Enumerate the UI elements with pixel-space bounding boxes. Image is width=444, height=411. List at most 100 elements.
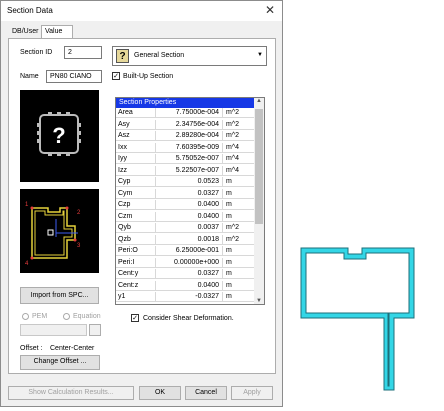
table-row[interactable]: Iyy 5.75052e-007 m^4 — [116, 154, 254, 164]
table-header: Section Properties — [116, 98, 254, 108]
property-unit: m — [226, 189, 232, 197]
property-unit: m — [226, 293, 232, 300]
property-name: Asz — [116, 131, 156, 140]
table-row[interactable]: y1 -0.0327 m — [116, 292, 254, 302]
name-label: Name — [20, 73, 39, 80]
section-drawing — [300, 247, 415, 391]
table-row[interactable]: Peri:I 0.00000e+000 m — [116, 257, 254, 268]
builtup-checkbox[interactable]: ✓ — [112, 72, 120, 80]
point-label: 3 — [77, 243, 81, 249]
property-name: Czp — [116, 200, 156, 209]
table-row[interactable]: Cent:y 0.0327 m — [116, 269, 254, 279]
import-spc-button[interactable]: Import from SPC... — [20, 287, 99, 304]
table-row[interactable]: Czp 0.0400 m — [116, 200, 254, 210]
property-name: Peri:O — [116, 246, 156, 255]
property-unit: m^4 — [226, 155, 240, 162]
table-row[interactable]: Qyb 0.0037 m^2 — [116, 223, 254, 233]
shear-checkbox[interactable]: ✓ — [131, 314, 139, 322]
property-value: -0.0327 — [156, 292, 223, 301]
chevron-down-icon: ▼ — [257, 52, 263, 58]
equation-radio[interactable] — [63, 313, 70, 320]
property-name: Iyy — [116, 154, 156, 163]
property-unit: m — [226, 270, 232, 277]
table-row[interactable]: Czm 0.0400 m — [116, 211, 254, 222]
title-bar: Section Data ✕ — [1, 1, 282, 21]
property-value: 0.0400 — [156, 200, 223, 209]
property-value: 6.25000e-001 — [156, 246, 223, 255]
offset-value: Center-Center — [50, 345, 95, 352]
table-row[interactable]: Qzb 0.0018 m^2 — [116, 234, 254, 245]
table-row[interactable]: Cym 0.0327 m — [116, 188, 254, 199]
vertical-scrollbar[interactable]: ▲ ▼ — [254, 98, 264, 304]
property-value: 7.60395e-009 — [156, 142, 223, 152]
property-value: 2.34756e-004 — [156, 119, 223, 129]
property-value: 0.00000e+000 — [156, 257, 223, 267]
property-unit: m^4 — [226, 143, 240, 151]
scroll-thumb[interactable] — [255, 109, 263, 224]
property-name: Cyp — [116, 177, 156, 186]
property-name: Ixx — [116, 142, 156, 152]
tab-value[interactable]: Value — [41, 25, 73, 39]
builtup-label: Built-Up Section — [123, 73, 174, 80]
property-name: Cym — [116, 188, 156, 198]
property-unit: m — [226, 178, 232, 185]
property-value: 2.89280e-004 — [156, 131, 223, 140]
change-offset-button[interactable]: Change Offset ... — [20, 355, 100, 370]
property-unit: m^2 — [226, 235, 240, 243]
point-label: 1 — [25, 202, 29, 208]
question-icon: ? — [116, 49, 129, 63]
property-value: 0.0400 — [156, 211, 223, 221]
cancel-button[interactable]: Cancel — [185, 386, 227, 400]
property-name: Asy — [116, 119, 156, 129]
section-type-select[interactable]: ? General Section ▼ — [112, 46, 267, 66]
apply-button[interactable]: Apply — [231, 386, 273, 400]
property-unit: m — [226, 258, 232, 266]
property-value: 5.22507e-007 — [156, 165, 223, 175]
table-row[interactable]: Cent:z 0.0400 m — [116, 280, 254, 291]
close-icon[interactable]: ✕ — [265, 3, 275, 17]
table-row[interactable]: Asy 2.34756e-004 m^2 — [116, 119, 254, 130]
value-panel: Section ID 2 ? General Section ▼ Name PN… — [8, 38, 276, 374]
table-row[interactable]: Peri:O 6.25000e-001 m — [116, 246, 254, 256]
property-value: 0.0327 — [156, 188, 223, 198]
tab-db-user[interactable]: DB/User — [9, 26, 45, 38]
section-type-value: General Section — [134, 52, 185, 59]
section-icon-preview: ? — [20, 90, 99, 182]
property-value: 5.75052e-007 — [156, 154, 223, 163]
equation-field[interactable] — [20, 324, 87, 336]
show-calculation-button[interactable]: Show Calculation Results... — [8, 386, 134, 400]
equation-browse-button[interactable] — [89, 324, 101, 336]
property-name: Cent:y — [116, 269, 156, 278]
property-unit: m^2 — [226, 109, 240, 116]
point-label: 2 — [77, 210, 81, 216]
scroll-up-icon[interactable]: ▲ — [255, 98, 263, 104]
property-value: 7.75000e-004 — [156, 108, 223, 117]
table-row[interactable]: Area 7.75000e-004 m^2 — [116, 108, 254, 118]
ok-button[interactable]: OK — [139, 386, 181, 400]
property-value: 0.0018 — [156, 234, 223, 244]
property-name: y1 — [116, 292, 156, 301]
property-value: 0.0327 — [156, 269, 223, 278]
offset-label: Offset : — [20, 345, 43, 352]
property-unit: m — [226, 212, 232, 220]
property-unit: m — [226, 247, 232, 254]
scroll-down-icon[interactable]: ▼ — [255, 298, 263, 304]
property-unit: m^2 — [226, 120, 240, 128]
name-field[interactable]: PN80 CIANO — [46, 70, 102, 83]
property-name: Qzb — [116, 234, 156, 244]
property-value: 0.0523 — [156, 177, 223, 186]
section-id-field[interactable]: 2 — [64, 46, 102, 59]
property-unit: m^2 — [226, 224, 240, 231]
table-row[interactable]: Ixx 7.60395e-009 m^4 — [116, 142, 254, 153]
property-unit: m^2 — [226, 132, 240, 139]
property-name: Peri:I — [116, 257, 156, 267]
pem-radio[interactable] — [22, 313, 29, 320]
table-row[interactable]: Cyp 0.0523 m — [116, 177, 254, 187]
equation-label: Equation — [73, 313, 101, 320]
section-properties-table[interactable]: Section Properties Area 7.75000e-004 m^2 As… — [115, 97, 265, 305]
unknown-section-icon: ? — [37, 112, 81, 156]
table-row[interactable]: Asz 2.89280e-004 m^2 — [116, 131, 254, 141]
section-data-dialog: Section Data ✕ DB/User Value Section ID … — [0, 0, 283, 407]
property-value: 0.0400 — [156, 280, 223, 290]
table-row[interactable]: Izz 5.22507e-007 m^4 — [116, 165, 254, 176]
